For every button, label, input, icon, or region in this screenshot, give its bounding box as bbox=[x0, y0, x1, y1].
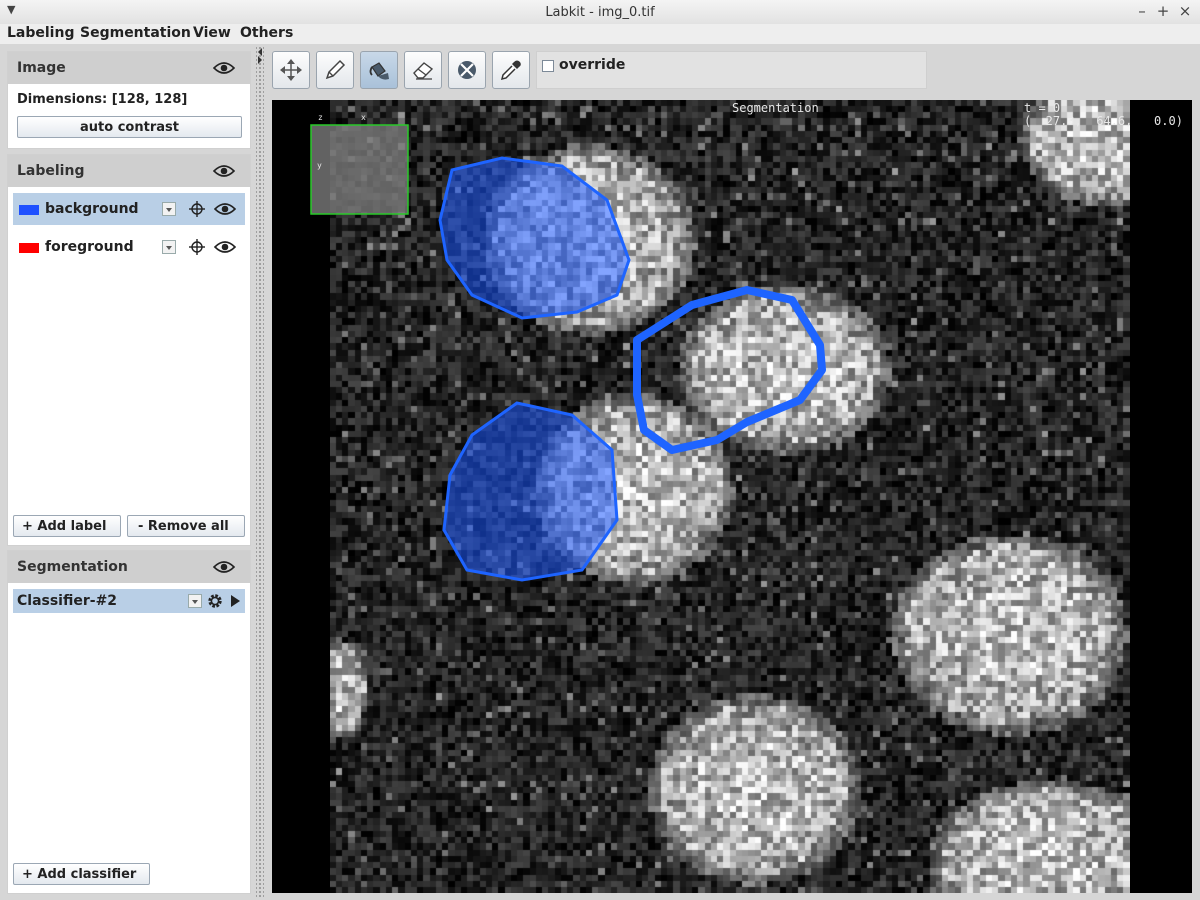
flood-fill-tool-button[interactable] bbox=[360, 51, 398, 89]
label-options-dropdown[interactable] bbox=[162, 240, 176, 254]
gear-icon[interactable] bbox=[207, 593, 223, 609]
image-panel-title: Image bbox=[17, 60, 66, 76]
labeling-panel: Labeling background foreground + Add lab… bbox=[7, 154, 251, 546]
auto-contrast-button[interactable]: auto contrast bbox=[17, 116, 242, 138]
image-viewer[interactable]: z x y Segmentation t = 0 ( 27.3, 64.6, 0… bbox=[272, 100, 1192, 893]
panel-splitter[interactable] bbox=[256, 46, 264, 898]
background-label-outline bbox=[633, 286, 826, 454]
minimize-icon[interactable]: – bbox=[1132, 2, 1152, 20]
eye-icon[interactable] bbox=[213, 61, 235, 75]
label-color-swatch[interactable] bbox=[19, 205, 39, 215]
remove-all-button[interactable]: - Remove all bbox=[127, 515, 245, 537]
flood-erase-tool-button[interactable] bbox=[448, 51, 486, 89]
image-dimensions: Dimensions: [128, 128] bbox=[17, 92, 188, 107]
collapse-arrows-icon[interactable] bbox=[257, 48, 263, 64]
label-row-background[interactable]: background bbox=[13, 193, 245, 225]
pencil-icon bbox=[325, 59, 346, 80]
segmentation-panel-header: Segmentation bbox=[8, 551, 250, 583]
eye-icon[interactable] bbox=[214, 240, 236, 254]
color-picker-tool-button[interactable] bbox=[492, 51, 530, 89]
eraser-icon bbox=[413, 62, 434, 80]
menu-view[interactable]: View bbox=[193, 25, 231, 41]
image-panel-header: Image bbox=[8, 52, 250, 84]
close-icon[interactable]: × bbox=[1175, 2, 1195, 20]
crosshair-icon[interactable] bbox=[189, 239, 205, 255]
label-name: background bbox=[45, 201, 139, 217]
label-row-foreground[interactable]: foreground bbox=[13, 231, 245, 263]
menu-bar: Labeling Segmentation View Others bbox=[0, 24, 1200, 44]
navigator-inset bbox=[310, 124, 409, 215]
maximize-icon[interactable]: + bbox=[1153, 2, 1173, 20]
segmentation-panel-title: Segmentation bbox=[17, 559, 128, 575]
navigator-axis-x: x bbox=[361, 113, 366, 122]
crosshair-icon[interactable] bbox=[189, 201, 205, 217]
background-label-blob-top bbox=[438, 156, 631, 320]
background-label-blob-bottom bbox=[442, 401, 619, 582]
viewer-time-readout: t = 0 bbox=[1024, 101, 1061, 115]
navigator-axis-z: z bbox=[318, 113, 323, 122]
classifier-row[interactable]: Classifier-#2 bbox=[13, 589, 245, 613]
eraser-tool-button[interactable] bbox=[404, 51, 442, 89]
add-classifier-button[interactable]: + Add classifier bbox=[13, 863, 150, 885]
add-label-button[interactable]: + Add label bbox=[13, 515, 121, 537]
title-bar: ▼ Labkit - img_0.tif – + × bbox=[0, 0, 1200, 25]
flood-erase-icon bbox=[458, 61, 476, 79]
eye-icon[interactable] bbox=[213, 164, 235, 178]
override-option-panel: override bbox=[536, 51, 927, 89]
viewer-coordinate-readout: ( 27.3, 64.6, 0.0) bbox=[1024, 114, 1183, 128]
segmentation-panel: Segmentation Classifier-#2 + Add classif… bbox=[7, 550, 251, 894]
label-name: foreground bbox=[45, 239, 134, 255]
viewer-overlay-title: Segmentation bbox=[732, 101, 819, 115]
pencil-tool-button[interactable] bbox=[316, 51, 354, 89]
classifier-options-dropdown[interactable] bbox=[188, 594, 202, 608]
play-icon[interactable] bbox=[229, 595, 241, 607]
window-title: Labkit - img_0.tif bbox=[545, 5, 655, 20]
eye-icon[interactable] bbox=[214, 202, 236, 216]
label-color-swatch[interactable] bbox=[19, 243, 39, 253]
eyedropper-icon bbox=[500, 60, 521, 81]
override-label: override bbox=[559, 57, 626, 73]
label-overlay bbox=[310, 124, 826, 582]
paint-bucket-icon bbox=[369, 62, 389, 80]
label-options-dropdown[interactable] bbox=[162, 202, 176, 216]
labeling-panel-header: Labeling bbox=[8, 155, 250, 187]
labeling-panel-title: Labeling bbox=[17, 163, 85, 179]
eye-icon[interactable] bbox=[213, 560, 235, 574]
menu-others[interactable]: Others bbox=[240, 25, 293, 41]
navigator-axis-y: y bbox=[317, 161, 322, 170]
move-icon bbox=[280, 59, 302, 81]
menu-labeling[interactable]: Labeling bbox=[7, 25, 74, 41]
image-panel: Image Dimensions: [128, 128] auto contra… bbox=[7, 51, 251, 149]
menu-segmentation[interactable]: Segmentation bbox=[80, 25, 191, 41]
move-tool-button[interactable] bbox=[272, 51, 310, 89]
override-checkbox[interactable] bbox=[542, 60, 554, 72]
classifier-name: Classifier-#2 bbox=[17, 593, 118, 609]
